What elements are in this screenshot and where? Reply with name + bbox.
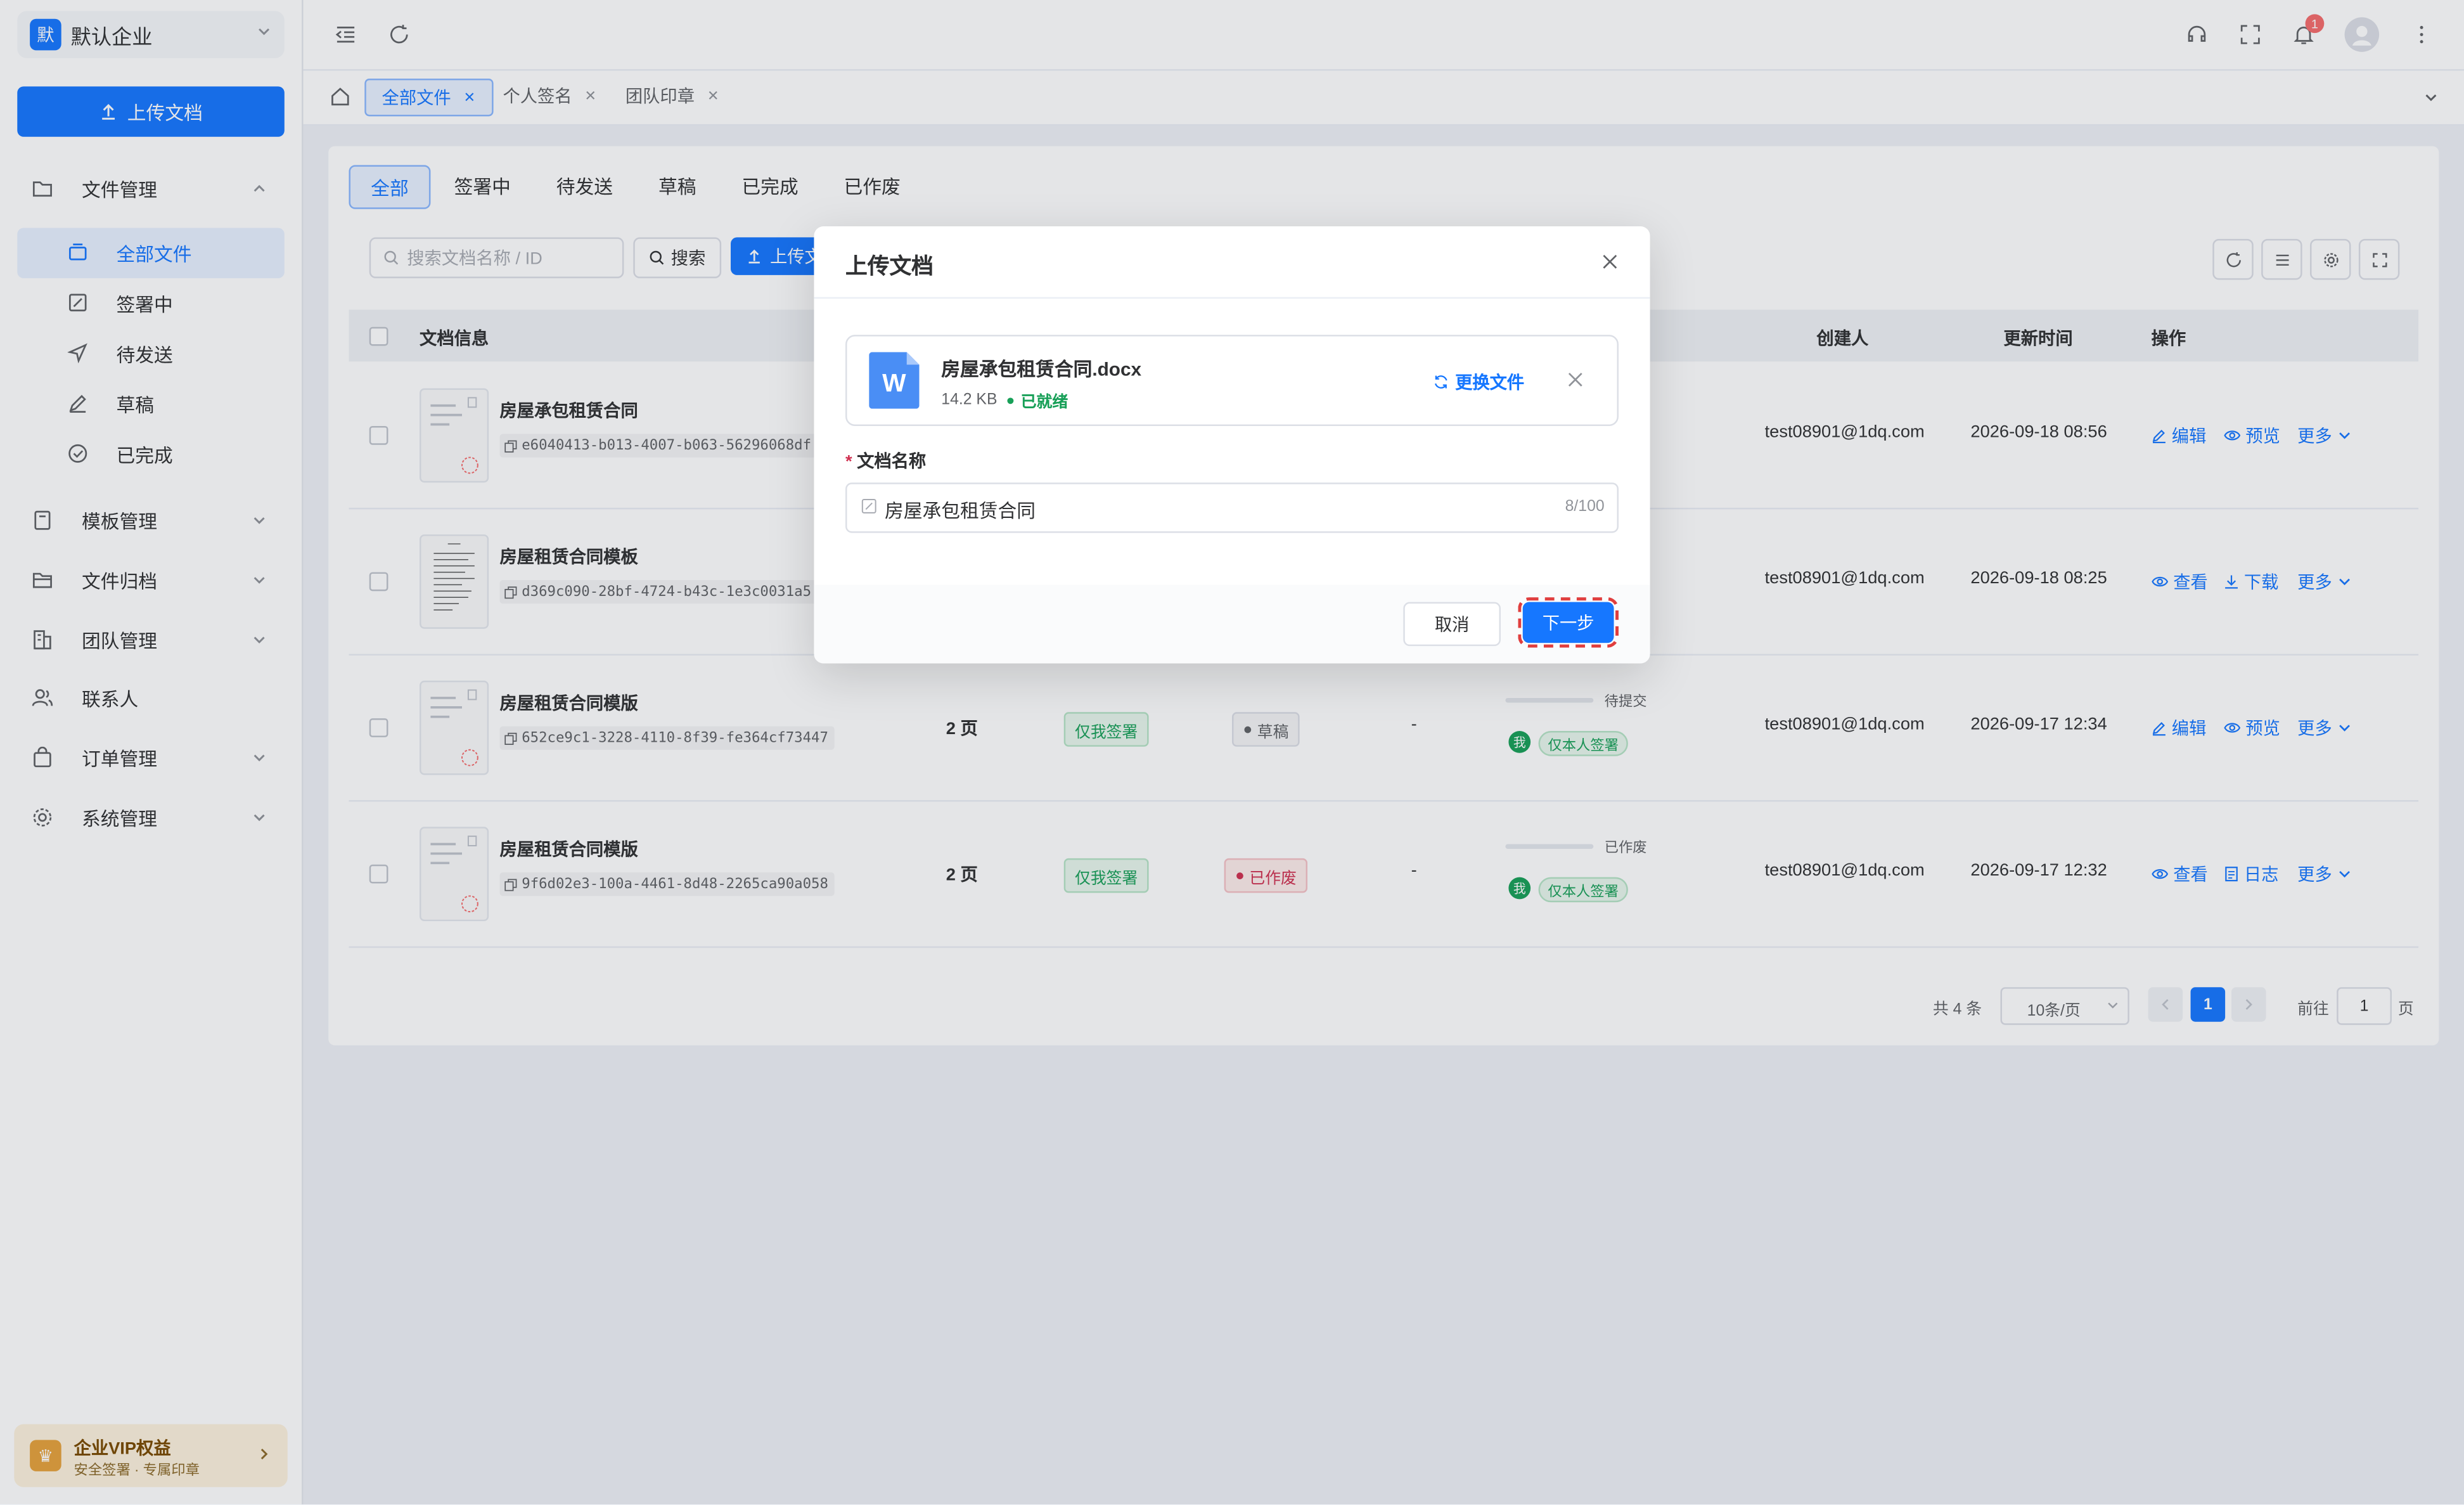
file-name: 房屋承包租赁合同.docx <box>941 358 1142 381</box>
next-step-button[interactable]: 下一步 <box>1518 597 1619 648</box>
edit-icon <box>861 499 876 514</box>
dialog-footer: 取消 下一步 <box>814 585 1650 664</box>
doc-name-value: 房屋承包租赁合同 <box>885 500 1036 522</box>
sync-icon <box>1435 375 1447 389</box>
doc-name-label: * 文档名称 <box>845 448 926 474</box>
replace-file-button[interactable]: 更换文件 <box>1433 370 1524 395</box>
modal-overlay[interactable] <box>0 0 2464 1504</box>
word-file-icon: W <box>869 352 920 409</box>
remove-file-icon[interactable] <box>1567 371 1584 388</box>
status-dot <box>1006 397 1013 404</box>
file-meta: 14.2 KB 已就绪 <box>941 388 1068 411</box>
selected-file-card: W 房屋承包租赁合同.docx 14.2 KB 已就绪 更换文件 <box>845 335 1619 426</box>
upload-dialog: 上传文档 W 房屋承包租赁合同.docx 14.2 KB 已就绪 更换文件 * 文… <box>814 226 1650 664</box>
file-icon-letter: W <box>882 371 906 398</box>
char-counter: 8/100 <box>1565 498 1605 516</box>
replace-file-label: 更换文件 <box>1455 374 1525 393</box>
doc-name-input[interactable]: 房屋承包租赁合同 8/100 <box>845 482 1619 533</box>
doc-name-label-text: 文档名称 <box>857 453 927 472</box>
file-size: 14.2 KB <box>941 391 998 409</box>
close-icon[interactable] <box>1601 253 1619 270</box>
dialog-title: 上传文档 <box>845 253 934 278</box>
required-mark: * <box>845 453 852 472</box>
dialog-divider <box>814 297 1650 299</box>
file-status: 已就绪 <box>1020 394 1068 412</box>
cancel-button[interactable]: 取消 <box>1403 602 1501 647</box>
